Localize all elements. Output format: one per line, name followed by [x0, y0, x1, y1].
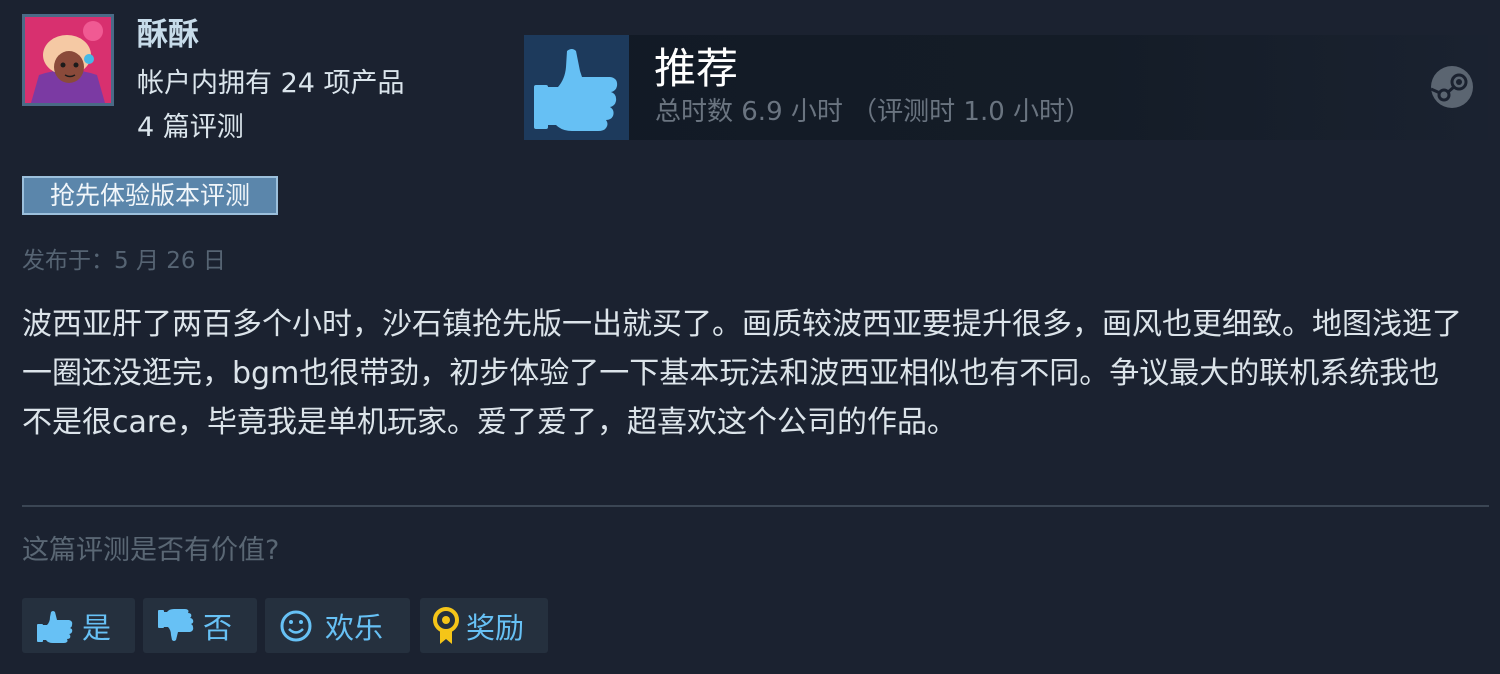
vote-yes-label: 是 — [82, 610, 112, 645]
thumbs-down-icon — [158, 608, 194, 641]
steam-logo-icon — [1430, 66, 1473, 108]
thumb-box — [524, 35, 629, 140]
award-label: 奖励 — [466, 610, 525, 645]
thumbs-up-icon — [37, 610, 73, 643]
early-access-badge: 抢先体验版本评测 — [22, 176, 278, 215]
vote-no-label: 否 — [203, 610, 233, 645]
divider — [22, 505, 1489, 507]
products-owned[interactable]: 帐户内拥有 24 项产品 — [137, 64, 405, 104]
reviewer-avatar[interactable] — [22, 14, 114, 106]
posted-date: 发布于：5 月 26 日 — [22, 248, 226, 274]
vote-no-button[interactable]: 否 — [143, 598, 257, 653]
award-icon — [433, 606, 459, 644]
vote-funny-button[interactable]: 欢乐 — [265, 598, 410, 653]
reviewer-name[interactable]: 酥酥 — [137, 14, 199, 56]
award-button[interactable]: 奖励 — [420, 598, 548, 653]
thumbs-up-icon — [534, 49, 618, 131]
review-content: 波西亚肝了两百多个小时，沙石镇抢先版一出就买了。画质较波西亚要提升很多，画风也更… — [22, 307, 1462, 440]
playtime-hours: 总时数 6.9 小时 （评测时 1.0 小时） — [655, 97, 1092, 127]
vote-funny-label: 欢乐 — [325, 610, 384, 645]
review-count[interactable]: 4 篇评测 — [137, 108, 244, 148]
vote-title: 推荐 — [654, 44, 739, 93]
helpful-question: 这篇评测是否有价值? — [22, 535, 280, 566]
smiley-icon — [280, 610, 312, 641]
vote-header[interactable]: 推荐 总时数 6.9 小时 （评测时 1.0 小时） — [524, 35, 1488, 140]
vote-yes-button[interactable]: 是 — [22, 598, 135, 653]
